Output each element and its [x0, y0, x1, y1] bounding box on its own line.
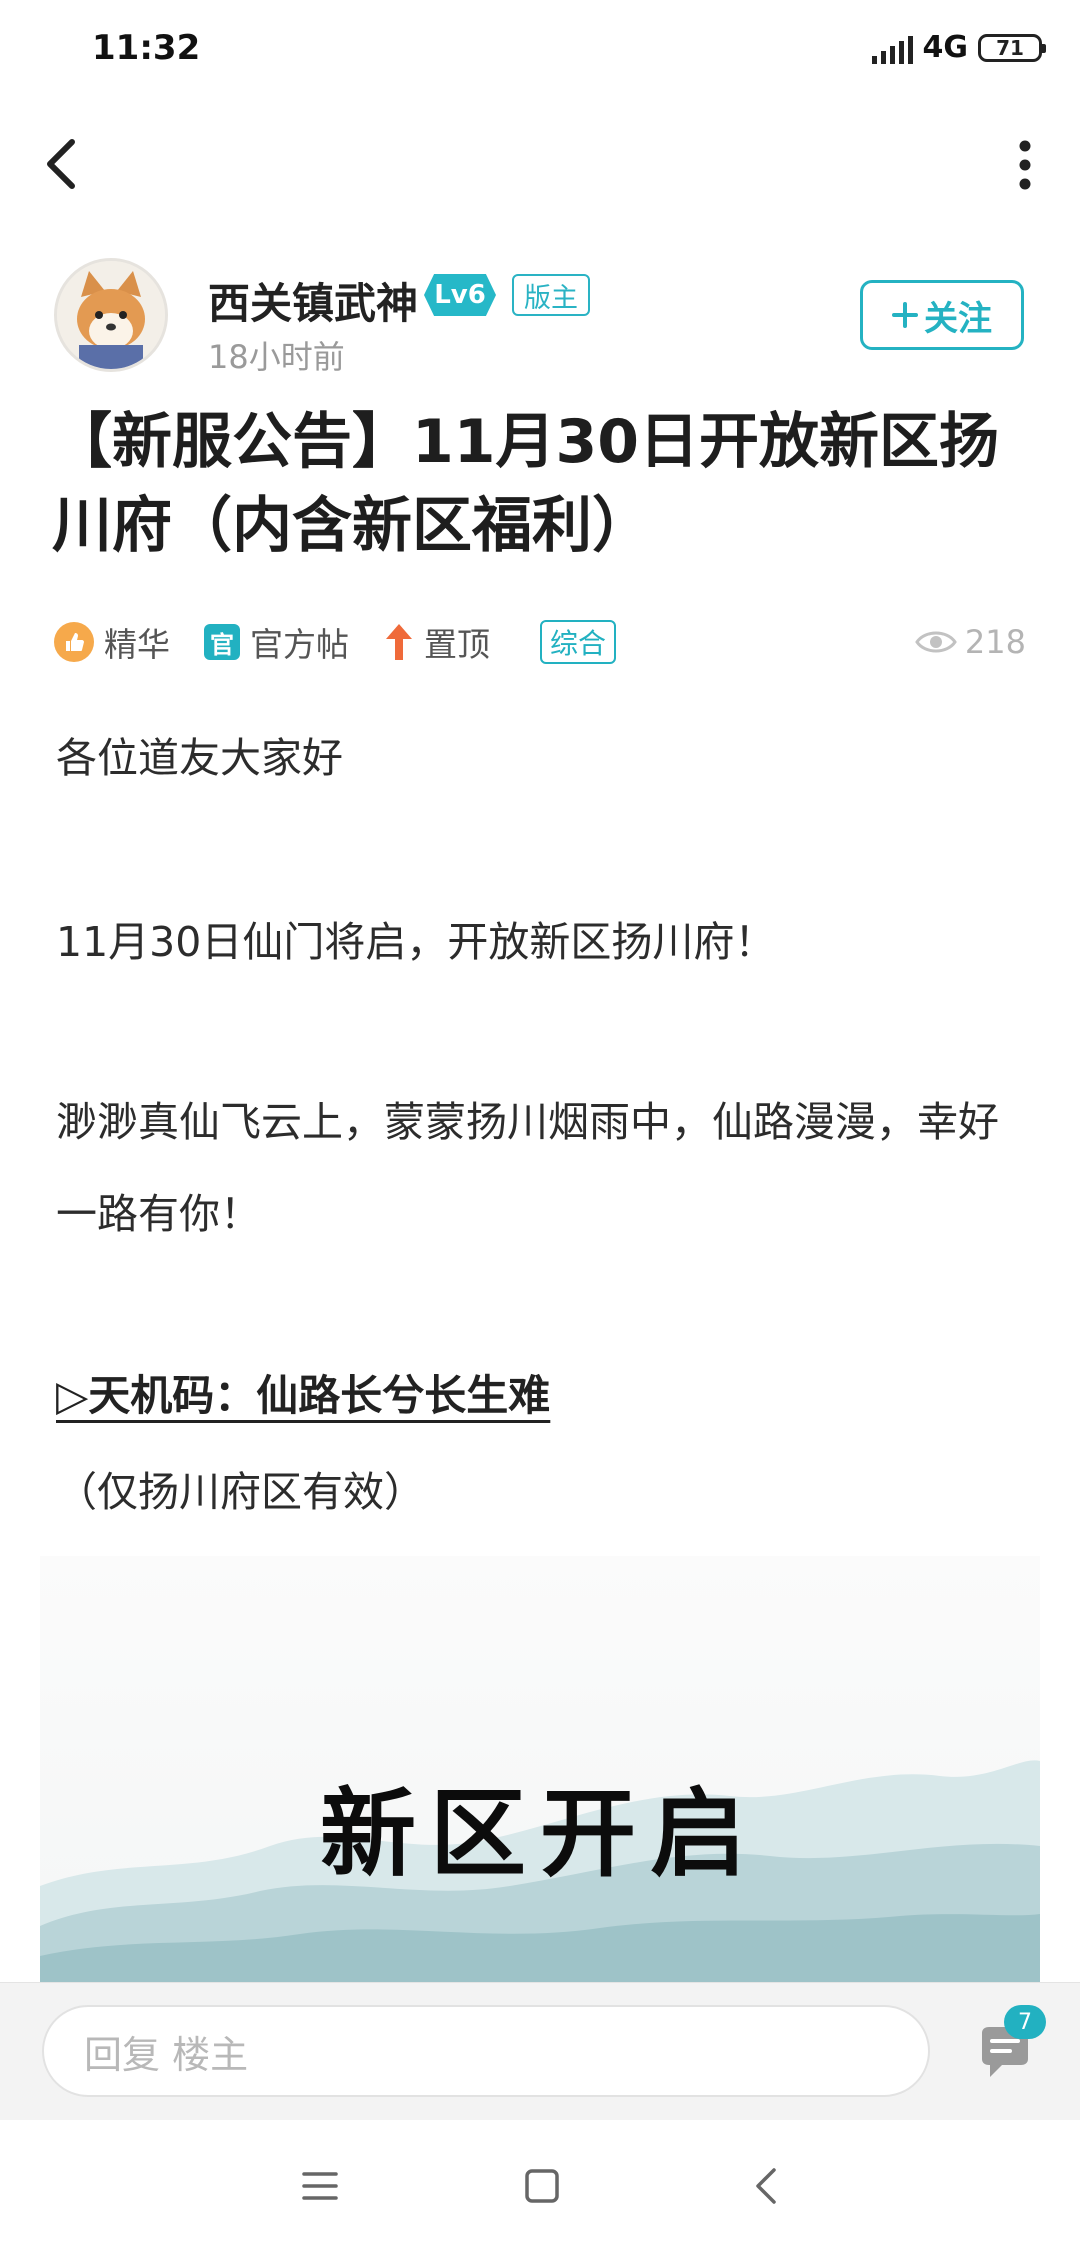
chevron-left-icon — [47, 139, 75, 189]
reply-input[interactable]: 回复 楼主 — [42, 2005, 930, 2097]
post-time: 18小时前 — [208, 338, 345, 376]
menu-icon — [302, 2172, 338, 2200]
body-paragraph: 渺渺真仙飞云上，蒙蒙扬川烟雨中，仙路漫漫，幸好一路有你！ — [56, 1098, 999, 1238]
thumbs-up-icon — [54, 622, 94, 662]
tag-essence-label: 精华 — [104, 625, 170, 664]
follow-label: 关注 — [924, 298, 992, 339]
view-count: 218 — [915, 614, 1026, 670]
tag-official-label: 官方帖 — [250, 625, 349, 664]
avatar[interactable] — [54, 258, 168, 372]
tag-official: 官 官方帖 — [204, 614, 349, 670]
more-vertical-icon — [1019, 140, 1031, 190]
battery-level: 71 — [996, 35, 1024, 60]
banner-text: 新区开启 — [320, 1777, 760, 1890]
back-button[interactable] — [36, 132, 88, 196]
battery-icon: 71 — [978, 33, 1046, 62]
plus-icon — [892, 302, 918, 328]
system-nav-bar — [0, 2120, 1080, 2248]
reply-bar: 回复 楼主 7 — [0, 1982, 1080, 2121]
body-paragraph: 各位道友大家好 — [56, 734, 343, 782]
menu-button[interactable] — [298, 2164, 342, 2208]
system-back-button[interactable] — [746, 2164, 790, 2208]
moderator-badge: 版主 — [512, 274, 590, 316]
author-name[interactable]: 西关镇武神 — [208, 270, 418, 331]
status-time: 11:32 — [92, 28, 201, 68]
redeem-code[interactable]: ▷天机码：仙路长兮长生难 — [56, 1362, 550, 1423]
network-type: 4G — [922, 30, 969, 65]
status-bar: 11:32 4G 71 — [0, 0, 1080, 100]
shiba-dog-avatar-icon — [57, 261, 165, 369]
tag-essence: 精华 — [54, 614, 170, 670]
view-count-value: 218 — [964, 623, 1026, 661]
post-tags: 精华 官 官方帖 置顶 综合 218 — [54, 614, 1026, 670]
official-icon: 官 — [204, 624, 240, 660]
category-tag[interactable]: 综合 — [540, 620, 617, 664]
home-button[interactable] — [520, 2164, 564, 2208]
chevron-left-icon — [756, 2168, 776, 2204]
comment-count-badge: 7 — [1004, 2005, 1046, 2039]
more-options-button[interactable] — [1010, 140, 1040, 190]
redeem-code-note: （仅扬川府区有效） — [56, 1468, 425, 1516]
arrow-up-icon — [386, 624, 412, 660]
follow-button[interactable]: 关注 — [860, 280, 1024, 350]
tag-pinned-label: 置顶 — [424, 625, 490, 664]
banner-image[interactable]: 新区开启 — [40, 1556, 1040, 1982]
eye-icon — [915, 631, 957, 653]
post-title: 【新服公告】11月30日开放新区扬川府（内含新区福利） — [52, 407, 999, 561]
level-badge: Lv6 — [424, 274, 496, 316]
signal-icon — [871, 32, 913, 64]
status-indicators: 4G 71 — [871, 30, 1046, 65]
square-icon — [525, 2169, 559, 2203]
tag-pinned: 置顶 — [384, 614, 490, 670]
body-paragraph: 11月30日仙门将启，开放新区扬川府！ — [56, 918, 776, 966]
